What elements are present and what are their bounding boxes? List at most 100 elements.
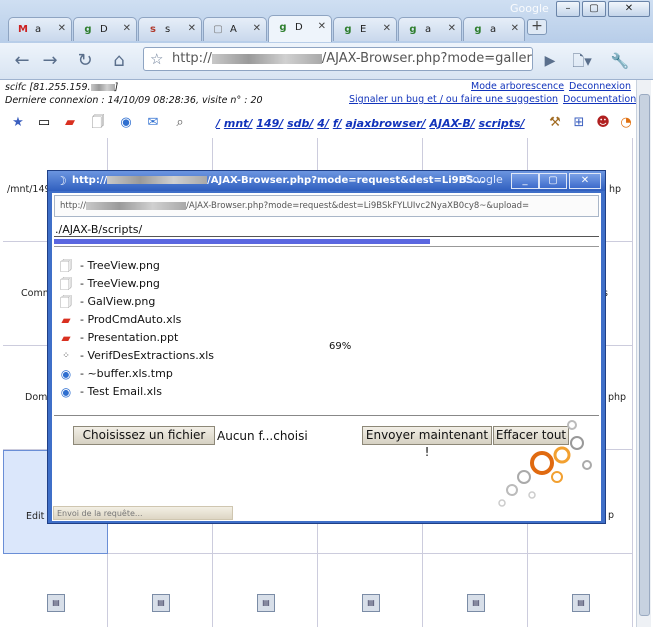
popup-minimize-button[interactable]: _ (511, 173, 539, 189)
breadcrumb-item[interactable]: / (216, 117, 220, 130)
new-tab-button[interactable]: + (527, 19, 547, 35)
file-list-item[interactable]: ◉ - ~buffer.xls.tmp (58, 365, 214, 383)
refresh-icon[interactable]: ◔ (617, 114, 635, 132)
close-tab-icon[interactable]: ✕ (253, 23, 261, 34)
browser-tab[interactable]: ▢ A ✕ (203, 17, 267, 41)
wrench-menu-icon[interactable]: 🔧▾ (608, 49, 632, 94)
image-file-icon: 🗍 (60, 277, 72, 291)
tree-view-icon[interactable]: ⊞ (570, 114, 588, 132)
forward-arrow-icon[interactable]: → (38, 49, 62, 73)
page-scrollbar[interactable] (636, 80, 651, 627)
back-arrow-icon[interactable]: ← (10, 49, 34, 73)
breadcrumb-item[interactable]: f/ (333, 117, 342, 130)
decorative-swirl-logo (498, 420, 592, 507)
popup-brand: Google (464, 173, 503, 186)
popup-maximize-button[interactable]: ▢ (539, 173, 567, 189)
close-tab-icon[interactable]: ✕ (383, 23, 391, 34)
close-tab-icon[interactable]: ✕ (188, 23, 196, 34)
star-view-icon[interactable]: ★ (9, 114, 27, 132)
logout-link[interactable]: Deconnexion (569, 81, 631, 92)
breadcrumb-item[interactable]: mnt/ (224, 117, 253, 130)
tree-mode-link[interactable]: Mode arborescence (471, 81, 564, 92)
gallery-item-label: p (608, 510, 615, 521)
close-tab-icon[interactable]: ✕ (58, 23, 66, 34)
divider (54, 236, 599, 237)
browser-tab[interactable]: g a ✕ (398, 17, 462, 41)
address-bar[interactable]: ☆ http:// /AJAX-Browser.php?mode=gallerie… (143, 47, 533, 71)
file-list-item[interactable]: ▰ - ProdCmdAuto.xls (58, 311, 214, 329)
tab-label: D (295, 22, 303, 33)
file-thumbnail-icon: ▤ (572, 594, 590, 612)
file-name: - VerifDesExtractions.xls (80, 349, 215, 362)
browser-tab[interactable]: g E ✕ (333, 17, 397, 41)
popup-close-button[interactable]: ✕ (569, 173, 601, 189)
file-name: - ~buffer.xls.tmp (80, 367, 173, 380)
search-icon[interactable]: ⌕ (171, 114, 189, 132)
eraser-icon: ▰ (61, 313, 71, 327)
gallery-item[interactable]: ▤ (318, 554, 423, 627)
file-thumbnail-icon: ▤ (362, 594, 380, 612)
user-icon[interactable]: ☻ (594, 114, 612, 132)
breadcrumb-item[interactable]: sdb/ (287, 117, 313, 130)
moon-icon: ☽ (56, 174, 67, 188)
breadcrumb-item[interactable]: 149/ (256, 117, 283, 130)
gallery-item[interactable]: ▤ (528, 554, 633, 627)
tab-label: a (425, 24, 432, 35)
file-list-item[interactable]: 🗍 - TreeView.png (58, 275, 214, 293)
scrollbar-thumb[interactable] (639, 94, 650, 616)
tab-favicon-icon: g (279, 22, 287, 33)
popup-url-field[interactable]: http:// /AJAX-Browser.php?mode=request&de… (54, 195, 599, 217)
file-thumbnail-icon: ▤ (47, 594, 65, 612)
documentation-link[interactable]: Documentation (563, 94, 636, 105)
report-bug-link[interactable]: Signaler un bug et / ou faire une sugges… (349, 94, 558, 105)
browser-tab[interactable]: g a ✕ (463, 17, 525, 41)
file-copy-icon[interactable]: 🗍 (89, 114, 107, 132)
file-list-item[interactable]: 🗍 - GalView.png (58, 293, 214, 311)
gallery-item-label: Edit (26, 511, 45, 522)
gallery-item[interactable]: ▤ (213, 554, 318, 627)
reload-icon[interactable]: ↻ (73, 49, 97, 73)
window-icon[interactable]: ▭ (35, 114, 53, 132)
file-list-item[interactable]: ⁘ - VerifDesExtractions.xls (58, 347, 214, 365)
close-tab-icon[interactable]: ✕ (318, 21, 326, 32)
file-thumbnail-icon: ▤ (257, 594, 275, 612)
popup-title-prefix: http:// (72, 175, 108, 186)
breadcrumb-item[interactable]: AJAX-B/ (430, 117, 475, 130)
breadcrumb-item[interactable]: ajaxbrowser/ (345, 117, 425, 130)
file-name: - TreeView.png (80, 277, 160, 290)
globe-icon[interactable]: ◉ (117, 114, 135, 132)
breadcrumb-item[interactable]: scripts/ (479, 117, 525, 130)
choose-file-button[interactable]: Choisissez un fichier (73, 426, 215, 445)
gallery-item[interactable]: ▤ (3, 554, 108, 627)
upload-percent: 69% (329, 341, 352, 352)
tab-label: A (230, 24, 237, 35)
file-name: - TreeView.png (80, 259, 160, 272)
tab-favicon-icon: g (409, 24, 417, 35)
browser-tab[interactable]: M a ✕ (8, 17, 72, 41)
current-folder-path: ./AJAX-B/scripts/ (55, 223, 143, 236)
eraser-icon[interactable]: ▰ (61, 114, 79, 132)
no-file-label: Aucun f...choisi (217, 429, 308, 443)
browser-tab[interactable]: s s ✕ (138, 17, 202, 41)
page-menu-icon[interactable]: 🗋▾ (570, 49, 594, 73)
breadcrumb-item[interactable]: 4/ (317, 117, 329, 130)
home-icon[interactable]: ⌂ (107, 49, 131, 73)
file-list-item[interactable]: ▰ - Presentation.ppt (58, 329, 214, 347)
mail-icon[interactable]: ✉ (144, 114, 162, 132)
tools-icon[interactable]: ⚒ (546, 114, 564, 132)
browser-tab[interactable]: g D ✕ (73, 17, 137, 41)
tab-label: a (35, 24, 42, 35)
gallery-item[interactable]: ▤ (423, 554, 528, 627)
file-list-item[interactable]: ◉ - Test Email.xls (58, 383, 214, 401)
close-tab-icon[interactable]: ✕ (511, 23, 519, 34)
go-play-icon[interactable]: ▶ (538, 49, 562, 73)
redacted-host (86, 201, 187, 210)
close-tab-icon[interactable]: ✕ (123, 23, 131, 34)
close-tab-icon[interactable]: ✕ (448, 23, 456, 34)
file-list-item[interactable]: 🗍 - TreeView.png (58, 257, 214, 275)
file-thumbnail-icon: ▤ (152, 594, 170, 612)
tab-label: D (100, 24, 108, 35)
gallery-item[interactable]: ▤ (108, 554, 213, 627)
bookmark-star-icon[interactable]: ☆ (150, 48, 163, 70)
browser-tab-active[interactable]: g D ✕ (268, 15, 332, 42)
